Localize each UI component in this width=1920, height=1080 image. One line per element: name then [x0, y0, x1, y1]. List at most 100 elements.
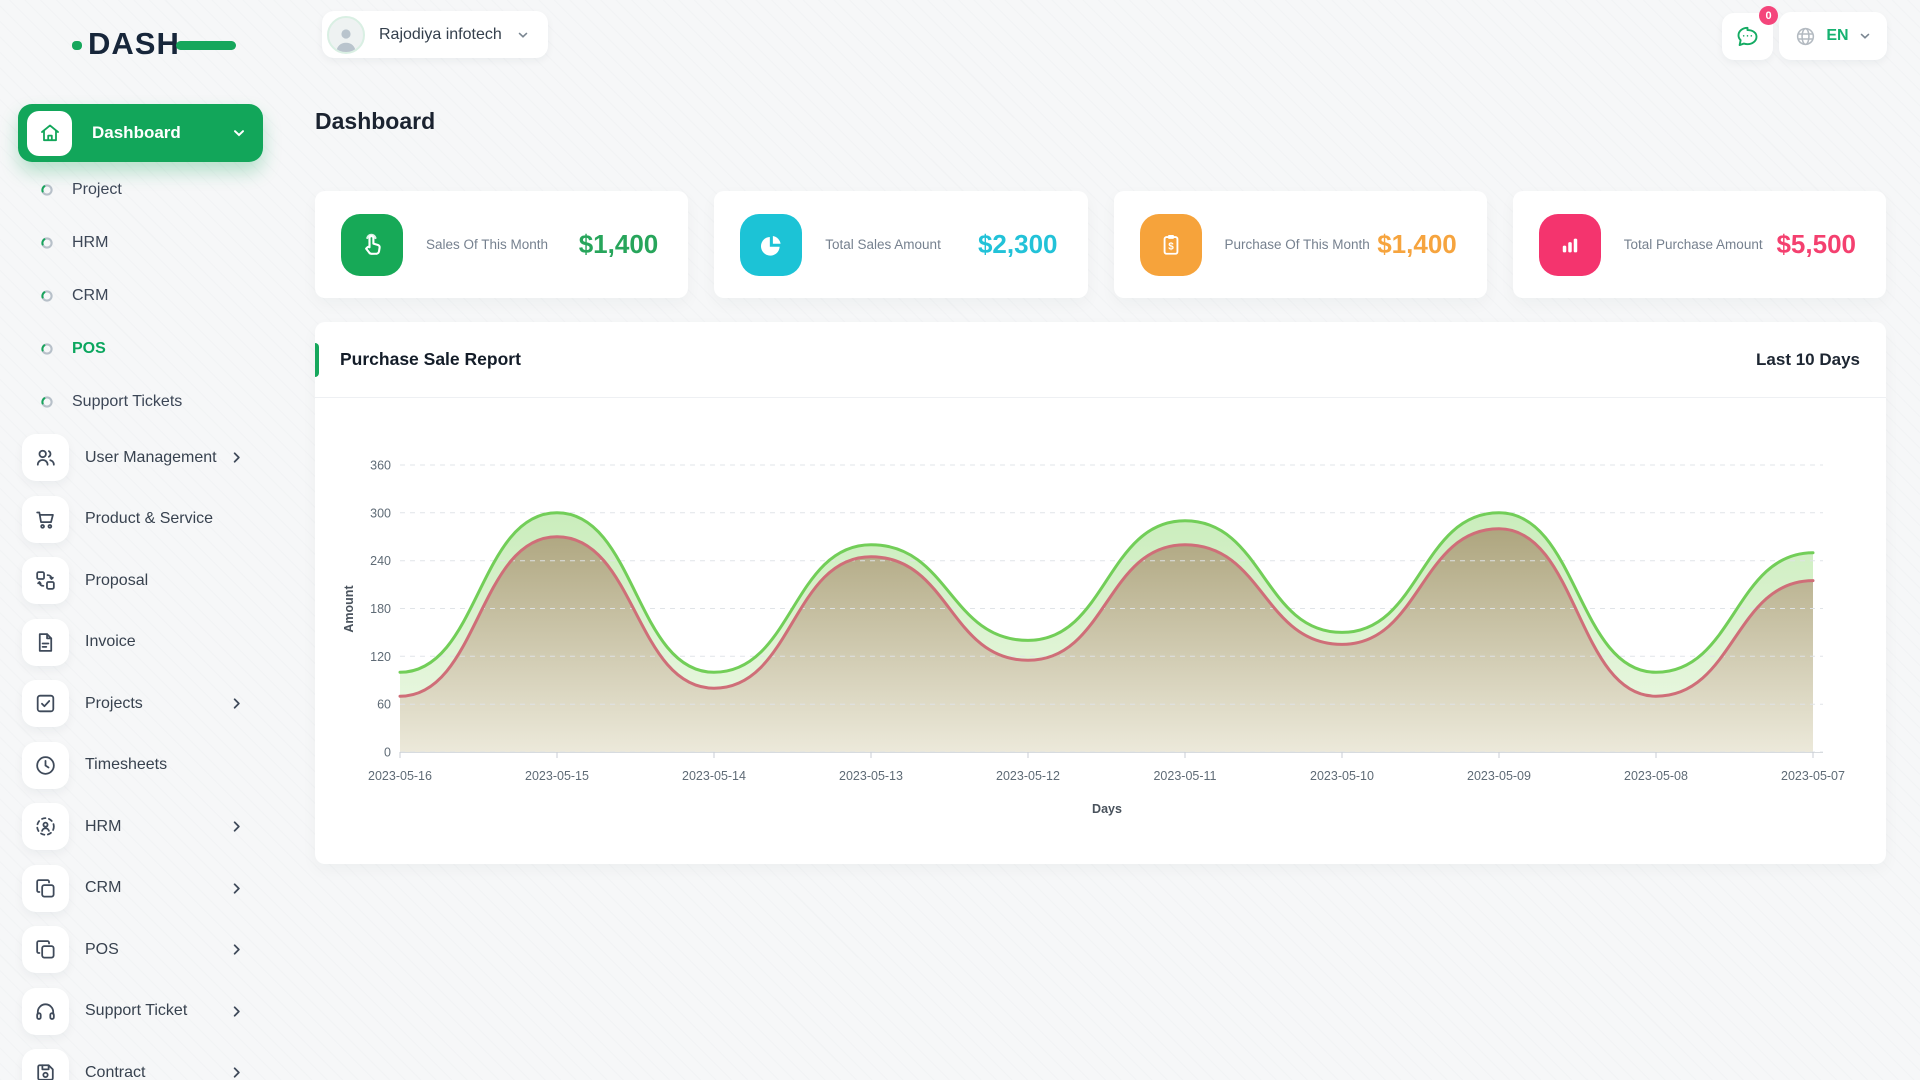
chevron-right-icon — [229, 819, 244, 834]
x-tick-label: 2023-05-08 — [1624, 769, 1688, 783]
menu-item-label: Projects — [85, 695, 143, 713]
sub-item-label: CRM — [72, 287, 108, 305]
menu-item-label: User Management — [85, 449, 217, 467]
y-tick-label: 180 — [370, 602, 391, 616]
stat-value: $1,400 — [1377, 229, 1457, 260]
purchase-clipboard-icon: $ — [1140, 214, 1202, 276]
stat-value: $2,300 — [978, 229, 1058, 260]
logo-accent-bar — [176, 41, 236, 50]
overlap-squares-icon — [22, 865, 69, 912]
sidebar-item-projects[interactable]: Projects — [0, 673, 282, 735]
sidebar-sub-menu: Project HRM CRM POS Support Tickets — [0, 163, 282, 428]
chevron-right-icon — [229, 1004, 244, 1019]
cart-icon — [22, 496, 69, 543]
y-tick-label: 240 — [370, 554, 391, 568]
menu-item-label: Timesheets — [85, 756, 167, 774]
chevron-right-icon — [229, 450, 244, 465]
bullet-ring-icon — [40, 236, 54, 250]
menu-item-label: Product & Service — [85, 510, 213, 528]
sidebar-item-proposal[interactable]: Proposal — [0, 550, 282, 612]
globe-icon — [1794, 25, 1817, 48]
hand-tap-icon — [341, 214, 403, 276]
stat-label: Total Sales Amount — [825, 237, 941, 252]
bullet-ring-icon — [40, 289, 54, 303]
clock-icon — [22, 742, 69, 789]
sidebar-item-support-ticket[interactable]: Support Ticket — [0, 981, 282, 1043]
sidebar-item-pos[interactable]: POS — [0, 919, 282, 981]
sidebar-sub-item-hrm[interactable]: HRM — [0, 216, 282, 269]
chevron-right-icon — [229, 1065, 244, 1080]
stat-card-total-purchase-amount: Total Purchase Amount $5,500 — [1513, 191, 1886, 298]
chevron-right-icon — [229, 881, 244, 896]
bullet-ring-icon — [40, 342, 54, 356]
sub-item-label: Support Tickets — [72, 393, 182, 411]
x-tick-label: 2023-05-07 — [1781, 769, 1845, 783]
messages-button[interactable]: 0 — [1722, 13, 1773, 60]
y-tick-label: 0 — [384, 746, 391, 760]
app: DASH Dashboard Project HRM CRM POS Support T… — [0, 0, 1920, 1080]
stat-card-total-sales-amount: Total Sales Amount $2,300 — [714, 191, 1087, 298]
overlap-squares-icon — [22, 926, 69, 973]
sidebar-item-contract[interactable]: Contract — [0, 1042, 282, 1080]
menu-item-label: Contract — [85, 1064, 145, 1080]
y-tick-label: 120 — [370, 650, 391, 664]
sidebar-sub-item-support-tickets[interactable]: Support Tickets — [0, 375, 282, 428]
sidebar-item-timesheets[interactable]: Timesheets — [0, 735, 282, 797]
sidebar-item-user-management[interactable]: User Management — [0, 427, 282, 489]
stat-value: $5,500 — [1776, 229, 1856, 260]
menu-item-label: CRM — [85, 879, 121, 897]
y-tick-label: 300 — [370, 506, 391, 520]
chevron-right-icon — [229, 942, 244, 957]
language-selector[interactable]: EN — [1779, 12, 1887, 60]
pie-chart-icon — [740, 214, 802, 276]
sidebar-item-dashboard[interactable]: Dashboard — [18, 104, 263, 162]
y-axis-title: Amount — [342, 585, 356, 633]
x-tick-label: 2023-05-12 — [996, 769, 1060, 783]
sidebar-sub-item-project[interactable]: Project — [0, 163, 282, 216]
logo-accent-dot — [72, 41, 82, 50]
chevron-down-icon — [1858, 29, 1872, 43]
language-code: EN — [1826, 27, 1848, 45]
sidebar-item-hrm[interactable]: HRM — [0, 796, 282, 858]
checkbox-icon — [22, 680, 69, 727]
x-tick-label: 2023-05-13 — [839, 769, 903, 783]
sidebar-item-product-service[interactable]: Product & Service — [0, 489, 282, 551]
chevron-down-icon — [231, 125, 247, 141]
headset-icon — [22, 988, 69, 1035]
sidebar-item-invoice[interactable]: Invoice — [0, 612, 282, 674]
x-axis-title: Days — [1092, 802, 1122, 816]
sidebar-sub-item-crm[interactable]: CRM — [0, 269, 282, 322]
sub-item-label: POS — [72, 340, 106, 358]
menu-item-label: POS — [85, 941, 119, 959]
bullet-ring-icon — [40, 183, 54, 197]
chat-badge: 0 — [1759, 6, 1778, 25]
chart-title: Purchase Sale Report — [340, 349, 521, 370]
stat-card-purchase-of-this-month: $ Purchase Of This Month $1,400 — [1114, 191, 1487, 298]
focus-user-icon — [22, 803, 69, 850]
users-icon — [22, 434, 69, 481]
x-tick-label: 2023-05-15 — [525, 769, 589, 783]
x-tick-label: 2023-05-11 — [1153, 769, 1216, 783]
sidebar-main-menu: User Management Product & Service Proposal… — [0, 427, 282, 1080]
workspace-selector[interactable]: Rajodiya infotech — [322, 11, 548, 58]
brand-name: DASH — [88, 26, 180, 62]
stat-label: Total Purchase Amount — [1624, 237, 1763, 252]
bullet-ring-icon — [40, 395, 54, 409]
purchase-sale-area-chart: 0601201802403003602023-05-162023-05-1520… — [315, 398, 1886, 864]
stat-label: Purchase Of This Month — [1225, 237, 1370, 252]
invoice-file-icon — [22, 619, 69, 666]
chat-bubble-icon — [1734, 23, 1761, 50]
sub-item-label: HRM — [72, 234, 108, 252]
workspace-name: Rajodiya infotech — [379, 26, 502, 44]
save-disk-icon — [22, 1049, 69, 1080]
sidebar-sub-item-pos[interactable]: POS — [0, 322, 282, 375]
y-tick-label: 60 — [377, 698, 391, 712]
sidebar: DASH Dashboard Project HRM CRM POS Support T… — [0, 0, 282, 1080]
menu-item-label: Support Ticket — [85, 1002, 187, 1020]
stats-row: Sales Of This Month$1,400Total Sales Amo… — [315, 191, 1886, 298]
menu-item-label: HRM — [85, 818, 121, 836]
y-tick-label: 360 — [370, 459, 391, 473]
sidebar-item-crm[interactable]: CRM — [0, 858, 282, 920]
avatar-person-icon — [327, 16, 365, 54]
bar-chart-icon — [1539, 214, 1601, 276]
